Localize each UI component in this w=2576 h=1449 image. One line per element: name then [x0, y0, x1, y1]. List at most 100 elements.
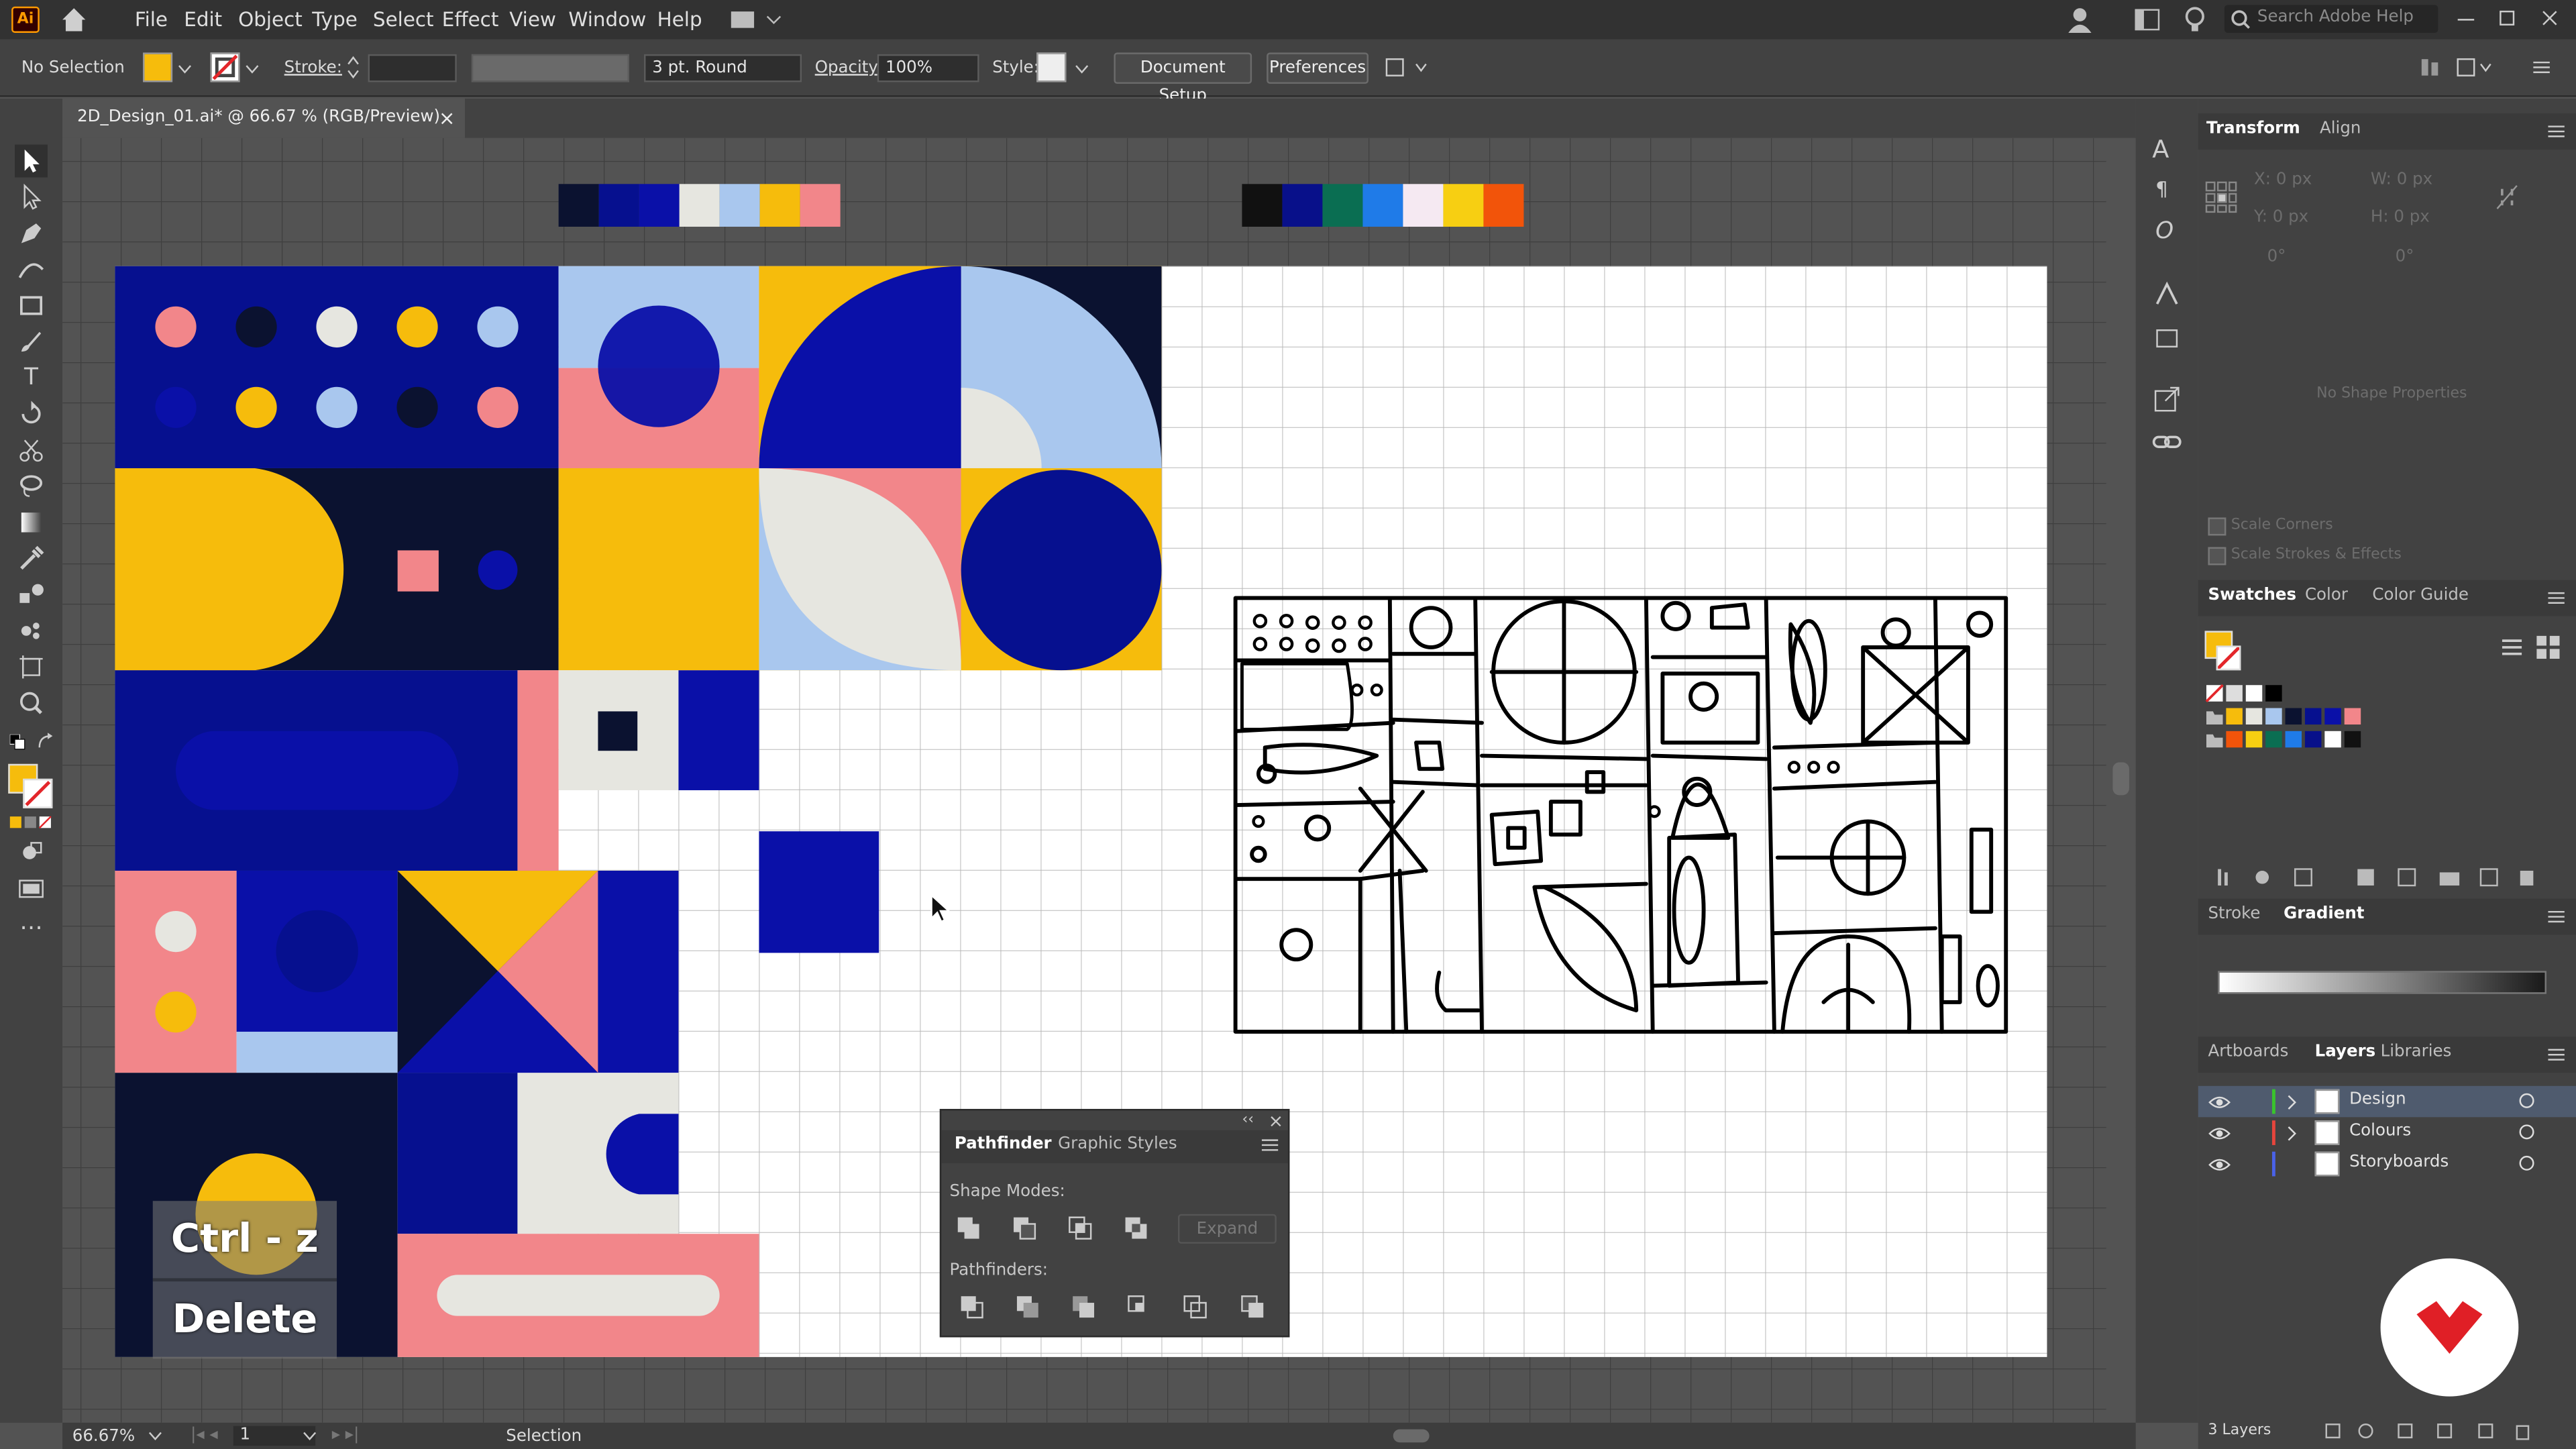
artboard-tool-icon[interactable] — [15, 651, 48, 684]
menu-edit[interactable]: Edit — [184, 8, 222, 31]
grid-view-icon[interactable] — [2536, 635, 2560, 664]
home-icon[interactable] — [59, 5, 89, 34]
lasso-tool-icon[interactable] — [15, 470, 48, 502]
search-input[interactable]: Search Adobe Help — [2257, 8, 2414, 26]
direct-selection-tool-icon[interactable] — [15, 180, 48, 213]
opentype-icon[interactable]: O — [2155, 219, 2174, 245]
panel-collapse-icon[interactable]: ‹‹ — [1242, 1112, 1254, 1128]
character-icon[interactable]: A — [2152, 135, 2169, 164]
workspace-switcher[interactable] — [728, 7, 784, 33]
artboard-navigation-next[interactable]: ▸ ▸| — [332, 1426, 360, 1444]
more-tools-icon[interactable]: ⋯ — [15, 917, 48, 951]
chevron-down-icon[interactable] — [1075, 61, 1089, 76]
layer-row-colours[interactable]: Colours — [2198, 1117, 2576, 1148]
tab-artboards[interactable]: Artboards — [2208, 1043, 2288, 1061]
menu-window[interactable]: Window — [568, 8, 646, 31]
tab-swatches[interactable]: Swatches — [2208, 586, 2296, 604]
close-tab-icon[interactable]: × — [439, 99, 455, 138]
target-icon[interactable] — [2518, 1155, 2534, 1171]
libraries-icon[interactable] — [2152, 322, 2182, 352]
layer-name[interactable]: Colours — [2349, 1122, 2411, 1140]
menu-type[interactable]: Type — [312, 8, 358, 31]
horizontal-scrollbar[interactable] — [720, 1426, 2100, 1446]
panel-menu-icon[interactable] — [2548, 1046, 2565, 1068]
opacity-field[interactable]: 100% — [877, 54, 979, 83]
divide-icon[interactable] — [958, 1293, 987, 1322]
trim-icon[interactable] — [1014, 1293, 1043, 1322]
document-setup-button[interactable]: Document Setup — [1114, 52, 1252, 105]
user-icon[interactable] — [2067, 7, 2093, 33]
chevron-down-icon[interactable] — [245, 61, 260, 76]
menu-effect[interactable]: Effect — [442, 8, 499, 31]
exclude-icon[interactable] — [1122, 1214, 1152, 1244]
horizontal-scroll-thumb[interactable] — [1393, 1429, 1430, 1443]
close-icon[interactable]: × — [1269, 1111, 1284, 1132]
scissors-tool-icon[interactable] — [15, 434, 48, 467]
properties-icon[interactable] — [2152, 279, 2182, 309]
panel-menu-icon[interactable] — [2548, 908, 2565, 930]
stroke-swatch[interactable] — [210, 52, 240, 83]
stroke-weight-field[interactable] — [368, 54, 457, 83]
blend-tool-icon[interactable] — [15, 578, 48, 611]
minus-back-icon[interactable] — [1239, 1293, 1269, 1322]
gradient-tool-icon[interactable] — [15, 506, 48, 539]
zoom-tool-icon[interactable] — [15, 687, 48, 720]
tab-libraries[interactable]: Libraries — [2381, 1043, 2452, 1061]
symbol-sprayer-tool-icon[interactable] — [15, 614, 48, 647]
search-box[interactable]: Search Adobe Help — [2224, 5, 2438, 33]
minimize-button[interactable] — [2455, 7, 2477, 30]
eye-icon[interactable] — [2208, 1126, 2231, 1142]
tab-align[interactable]: Align — [2320, 120, 2361, 138]
screen-mode-icon[interactable] — [15, 872, 48, 905]
merge-icon[interactable] — [1069, 1293, 1099, 1322]
stroke-color-swatch[interactable] — [23, 778, 53, 808]
tab-stroke[interactable]: Stroke — [2208, 905, 2260, 923]
selection-tool-icon[interactable] — [15, 144, 48, 178]
eyedropper-tool-icon[interactable] — [15, 542, 48, 575]
panel-menu-icon[interactable] — [1261, 1137, 1279, 1159]
chevron-down-icon[interactable] — [303, 1430, 317, 1444]
chevron-right-icon[interactable] — [2286, 1094, 2299, 1110]
layer-name[interactable]: Storyboards — [2349, 1153, 2449, 1171]
reference-point-icon[interactable] — [2205, 180, 2238, 213]
brush-definition[interactable]: 3 pt. Round — [644, 54, 802, 83]
layer-row-storyboards[interactable]: Storyboards — [2198, 1148, 2576, 1180]
transform-icon[interactable] — [2455, 56, 2494, 78]
outline-icon[interactable] — [1181, 1293, 1211, 1322]
curvature-tool-icon[interactable] — [15, 253, 48, 286]
fill-stroke-indicator[interactable] — [2204, 631, 2248, 674]
menu-view[interactable]: View — [509, 8, 556, 31]
pen-tool-icon[interactable] — [15, 217, 48, 250]
unite-icon[interactable] — [955, 1214, 984, 1244]
stroke-stepper-icon[interactable] — [345, 52, 361, 82]
artboard-navigation[interactable]: |◂ ◂ — [191, 1426, 218, 1444]
default-colors-icon[interactable] — [9, 734, 26, 751]
tab-layers[interactable]: Layers — [2315, 1043, 2376, 1061]
tab-pathfinder[interactable]: Pathfinder — [955, 1135, 1052, 1153]
export-icon[interactable] — [2152, 384, 2182, 414]
restore-button[interactable] — [2496, 7, 2518, 30]
document-tab[interactable]: 2D_Design_01.ai* @ 66.67 % (RGB/Preview)… — [62, 98, 466, 138]
eye-icon[interactable] — [2208, 1157, 2231, 1173]
preferences-button[interactable]: Preferences — [1267, 52, 1369, 84]
minus-front-icon[interactable] — [1010, 1214, 1040, 1244]
arrange-documents-icon[interactable] — [1383, 54, 1430, 80]
fill-swatch[interactable] — [143, 52, 173, 83]
colour-palette-2[interactable] — [1242, 184, 1524, 227]
paintbrush-tool-icon[interactable] — [15, 325, 48, 358]
lightbulb-icon[interactable] — [2185, 7, 2204, 33]
target-icon[interactable] — [2518, 1124, 2534, 1140]
color-mode-icons[interactable] — [9, 815, 53, 831]
target-icon[interactable] — [2518, 1093, 2534, 1109]
eye-icon[interactable] — [2208, 1094, 2231, 1110]
align-icon[interactable] — [2418, 56, 2441, 78]
tab-gradient[interactable]: Gradient — [2284, 905, 2364, 923]
list-view-icon[interactable] — [2502, 637, 2522, 662]
variable-width-profile[interactable] — [471, 54, 629, 83]
layer-name[interactable]: Design — [2349, 1091, 2406, 1109]
vertical-scroll-thumb[interactable] — [2112, 762, 2129, 796]
menu-object[interactable]: Object — [238, 8, 303, 31]
menu-file[interactable]: File — [135, 8, 168, 31]
tab-transform[interactable]: Transform — [2206, 120, 2300, 138]
zoom-level[interactable]: 66.67% — [72, 1428, 135, 1446]
